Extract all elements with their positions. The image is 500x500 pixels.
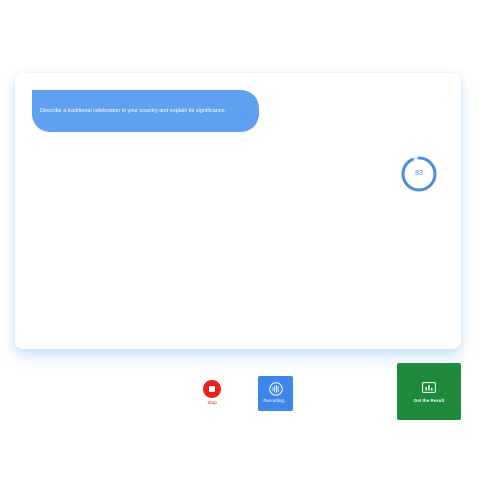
bar-chart-icon [422, 382, 436, 393]
stop-control: Stop [201, 380, 223, 405]
countdown-timer: 83 [400, 155, 438, 193]
get-result-button[interactable]: Get the Result [397, 363, 461, 420]
recording-label: Recording... [263, 398, 288, 403]
question-text: Describe a traditional celebration in yo… [40, 108, 227, 114]
page: Describe a traditional celebration in yo… [0, 0, 500, 500]
question-bubble: Describe a traditional celebration in yo… [32, 90, 259, 132]
timer-value: 83 [415, 170, 423, 177]
microphone-waveform-icon [268, 382, 283, 396]
question-card: Describe a traditional celebration in yo… [15, 73, 461, 349]
get-result-label: Get the Result [413, 398, 445, 403]
stop-label: Stop [207, 400, 217, 405]
recording-button[interactable]: Recording... [258, 376, 293, 411]
stop-button[interactable] [203, 380, 221, 398]
stop-icon [209, 386, 215, 392]
